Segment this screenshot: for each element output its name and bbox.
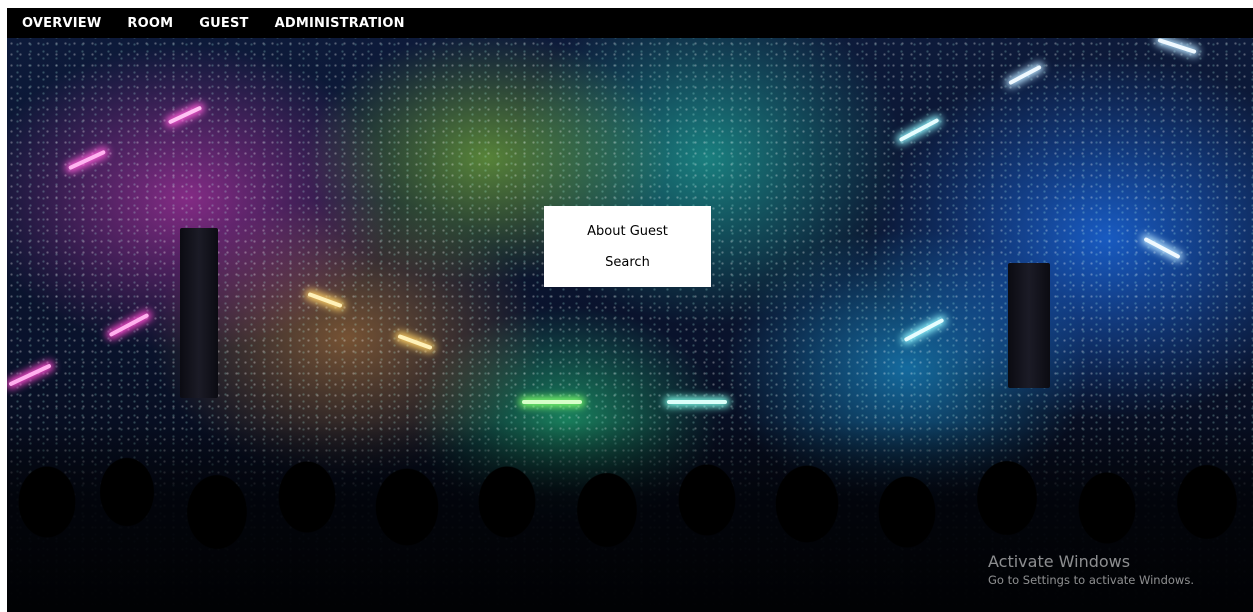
nav-item-overview[interactable]: OVERVIEW [22,16,101,31]
speaker-stack [180,228,218,398]
nav-item-guest[interactable]: GUEST [199,16,248,31]
app-window: OVERVIEW ROOM GUEST ADMINISTRATION About… [7,8,1253,612]
activate-windows-watermark: Activate Windows Go to Settings to activ… [988,552,1194,588]
stage-light-beam [667,400,727,404]
stage-light-beam [522,400,582,404]
top-navbar: OVERVIEW ROOM GUEST ADMINISTRATION [7,8,1253,38]
concert-background-image [7,38,1253,612]
guest-menu-panel: About Guest Search [544,206,711,287]
watermark-title: Activate Windows [988,552,1131,571]
speaker-stack [1008,263,1050,388]
nav-item-room[interactable]: ROOM [127,16,173,31]
watermark-subtitle: Go to Settings to activate Windows. [988,573,1194,587]
nav-item-administration[interactable]: ADMINISTRATION [275,16,405,31]
search-link[interactable]: Search [605,247,650,278]
about-guest-link[interactable]: About Guest [587,216,668,247]
